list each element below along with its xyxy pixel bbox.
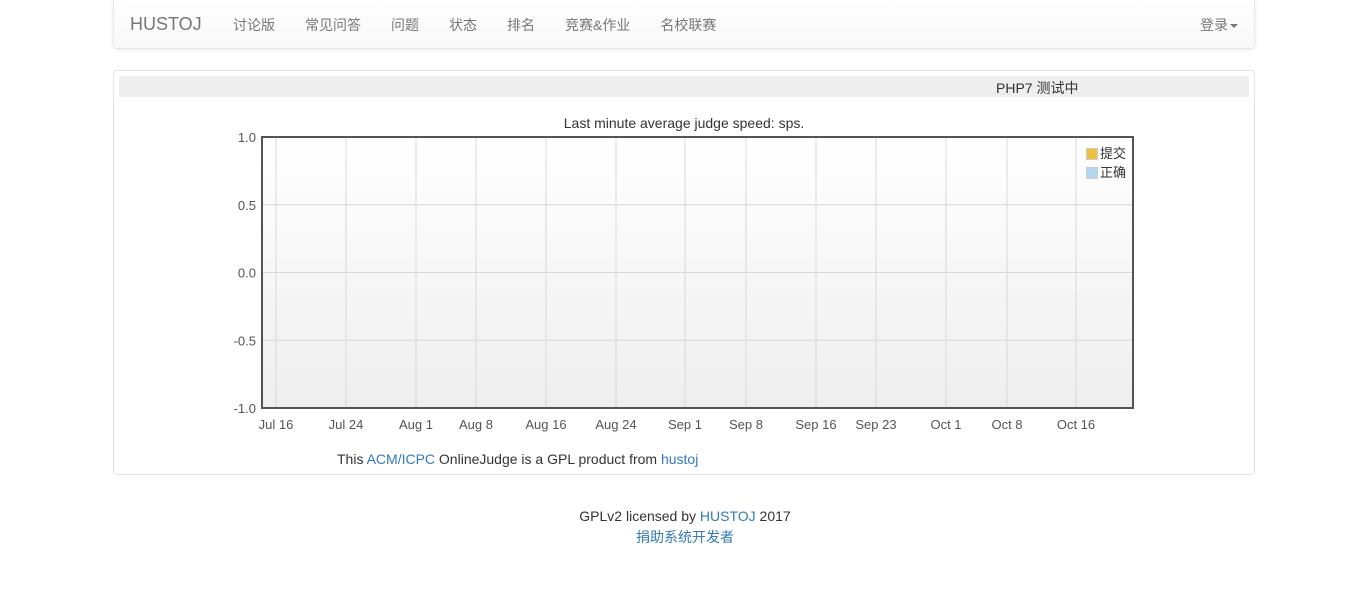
legend-item-accepted: 正确 [1086, 163, 1126, 182]
legend-label-submit: 提交 [1100, 146, 1127, 161]
x-tick-label: Sep 23 [855, 417, 896, 432]
x-tick-label: Sep 8 [729, 417, 763, 432]
login-dropdown[interactable]: 登录 [1200, 0, 1238, 48]
x-tick-label: Sep 1 [668, 417, 702, 432]
legend-swatch-accepted [1086, 166, 1098, 179]
nav-item-school-league[interactable]: 名校联赛 [645, 0, 731, 48]
x-tick-label: Sep 16 [795, 417, 836, 432]
nav-item-contests[interactable]: 竞赛&作业 [550, 0, 645, 48]
y-tick-label: -0.5 [234, 333, 256, 348]
x-tick-label: Jul 16 [259, 417, 294, 432]
gpl-notice: This ACM/ICPC OnlineJudge is a GPL produ… [337, 451, 698, 467]
x-tick-label: Oct 1 [930, 417, 961, 432]
page-footer: GPLv2 licensed by HUSTOJ 2017 捐助系统开发者 [0, 506, 1370, 548]
legend-item-submit: 提交 [1086, 144, 1126, 163]
x-tick-label: Aug 16 [525, 417, 566, 432]
y-axis-ticks: 1.0 0.5 0.0 -0.5 -1.0 [234, 130, 256, 416]
gpl-middle: OnlineJudge is a GPL product from [438, 451, 658, 467]
license-year: 2017 [759, 508, 791, 524]
judge-speed-chart: 1.0 0.5 0.0 -0.5 -1.0 Jul 16 Jul 24 Aug 1 Aug 8… [234, 130, 1134, 432]
main-panel: PHP7 测试中 Last minute average judge speed… [113, 70, 1255, 475]
nav-item-faq[interactable]: 常见问答 [290, 0, 376, 48]
caret-down-icon [1230, 24, 1238, 29]
nav-item-status[interactable]: 状态 [434, 0, 492, 48]
y-tick-label: 1.0 [238, 130, 256, 145]
x-tick-label: Oct 16 [1057, 417, 1095, 432]
x-tick-label: Aug 24 [595, 417, 636, 432]
license-prefix: GPLv2 licensed by [579, 508, 697, 524]
top-navbar: HUSTOJ 讨论版 常见问答 问题 状态 排名 竞赛&作业 名校联赛 登录 [113, 0, 1255, 49]
gpl-prefix: This [337, 451, 364, 467]
brand-link[interactable]: HUSTOJ [130, 13, 202, 35]
hustoj-footer-link[interactable]: HUSTOJ [700, 508, 756, 524]
login-label: 登录 [1200, 17, 1228, 33]
x-axis-ticks: Jul 16 Jul 24 Aug 1 Aug 8 Aug 16 Aug 24 Sep 1 S… [259, 417, 1096, 432]
y-tick-label: 0.5 [238, 198, 256, 213]
y-tick-label: -1.0 [234, 401, 256, 416]
nav-item-ranklist[interactable]: 排名 [492, 0, 550, 48]
hustoj-link[interactable]: hustoj [661, 451, 698, 467]
donate-link[interactable]: 捐助系统开发者 [636, 529, 734, 545]
x-tick-label: Jul 24 [329, 417, 364, 432]
chart-legend: 提交 正确 [1086, 144, 1126, 182]
nav-links: 讨论版 常见问答 问题 状态 排名 竞赛&作业 名校联赛 [218, 0, 731, 48]
y-tick-label: 0.0 [238, 266, 256, 281]
license-line: GPLv2 licensed by HUSTOJ 2017 [0, 506, 1370, 527]
legend-swatch-submit [1086, 147, 1098, 160]
legend-label-accepted: 正确 [1100, 165, 1127, 180]
acm-icpc-link[interactable]: ACM/ICPC [367, 451, 435, 467]
nav-item-discussion[interactable]: 讨论版 [218, 0, 290, 48]
x-tick-label: Aug 1 [399, 417, 433, 432]
x-tick-label: Oct 8 [991, 417, 1022, 432]
x-tick-label: Aug 8 [459, 417, 493, 432]
nav-item-problems[interactable]: 问题 [376, 0, 434, 48]
